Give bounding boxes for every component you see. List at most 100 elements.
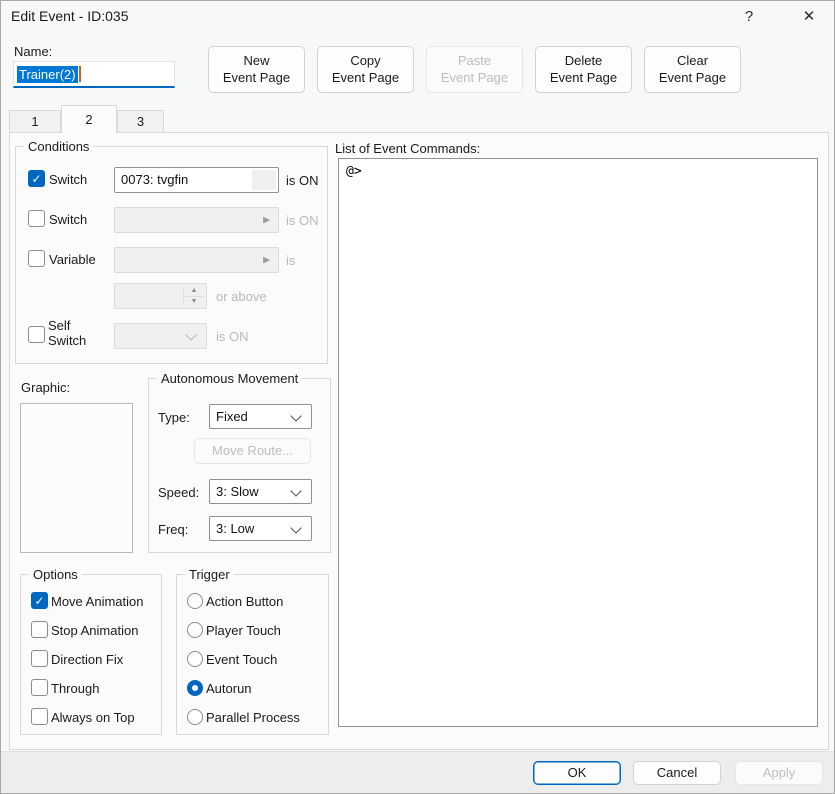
autonomous-movement-title: Autonomous Movement: [157, 371, 302, 386]
movement-type-value: Fixed: [216, 409, 248, 424]
button-label: Event Page: [332, 70, 399, 86]
new-event-page-button[interactable]: New Event Page: [208, 46, 305, 93]
freq-label: Freq:: [158, 522, 188, 537]
option-direction-fix-checkbox[interactable]: [31, 650, 48, 667]
copy-event-page-button[interactable]: Copy Event Page: [317, 46, 414, 93]
graphic-picker[interactable]: [20, 403, 133, 553]
picker-arrow-icon: ▶: [263, 255, 270, 266]
trigger-action-button-radio[interactable]: [187, 593, 203, 609]
spinner-buttons: ▲ ▼: [183, 286, 204, 306]
trigger-event-touch-radio[interactable]: [187, 651, 203, 667]
text-caret: [79, 66, 81, 82]
dialog-title: Edit Event - ID:035: [11, 8, 129, 24]
tab-label: 2: [85, 112, 92, 127]
button-label: Delete: [565, 53, 603, 69]
tab-label: 1: [31, 114, 38, 129]
name-input[interactable]: Trainer(2): [13, 61, 175, 88]
button-label: Event Page: [550, 70, 617, 86]
picker-arrow-icon: ▶: [263, 215, 270, 226]
variable-label: Variable: [49, 252, 96, 267]
button-label: Apply: [763, 765, 796, 781]
movement-type-select[interactable]: Fixed: [209, 404, 312, 429]
button-label: Event Page: [441, 70, 508, 86]
self-switch-checkbox[interactable]: [28, 326, 45, 343]
edit-event-dialog: Edit Event - ID:035 ? ✕ Name: Trainer(2)…: [0, 0, 835, 794]
command-list-label: List of Event Commands:: [335, 141, 480, 156]
switch1-label: Switch: [49, 172, 87, 187]
type-label: Type:: [158, 410, 190, 425]
tab-page-2[interactable]: 2: [61, 105, 117, 133]
apply-button: Apply: [735, 761, 823, 785]
button-label: Cancel: [657, 765, 697, 781]
button-label: Event Page: [659, 70, 726, 86]
trigger-autorun-label: Autorun: [206, 681, 252, 696]
switch1-suffix: is ON: [286, 173, 319, 188]
trigger-parallel-process-radio[interactable]: [187, 709, 203, 725]
trigger-event-touch-label: Event Touch: [206, 652, 277, 667]
self-switch-label: Self Switch: [48, 319, 92, 349]
variable-suffix: is: [286, 253, 295, 268]
speed-label: Speed:: [158, 485, 199, 500]
button-label: OK: [568, 765, 587, 781]
movement-speed-value: 3: Slow: [216, 484, 259, 499]
switch1-checkbox[interactable]: [28, 170, 45, 187]
trigger-action-button-label: Action Button: [206, 594, 283, 609]
cancel-button[interactable]: Cancel: [633, 761, 721, 785]
help-icon[interactable]: ?: [729, 1, 769, 31]
movement-speed-select[interactable]: 3: Slow: [209, 479, 312, 504]
variable-spinner-suffix: or above: [216, 289, 267, 304]
ok-button[interactable]: OK: [533, 761, 621, 785]
option-direction-fix-label: Direction Fix: [51, 652, 123, 667]
movement-freq-value: 3: Low: [216, 521, 254, 536]
trigger-autorun-radio[interactable]: [187, 680, 203, 696]
event-command-list[interactable]: @>: [338, 158, 818, 727]
options-group-title: Options: [29, 567, 82, 582]
graphic-label: Graphic:: [21, 380, 70, 395]
switch1-value: 0073: tvgfin: [121, 172, 188, 187]
self-switch-select: [114, 323, 207, 349]
close-icon[interactable]: ✕: [789, 1, 829, 31]
tab-page-3[interactable]: 3: [117, 110, 164, 133]
switch2-checkbox[interactable]: [28, 210, 45, 227]
option-through-label: Through: [51, 681, 99, 696]
switch1-picker-button[interactable]: [252, 170, 276, 190]
move-route-button: Move Route...: [194, 438, 311, 464]
trigger-parallel-process-label: Parallel Process: [206, 710, 300, 725]
variable-checkbox[interactable]: [28, 250, 45, 267]
button-label: Clear: [677, 53, 708, 69]
command-line[interactable]: @>: [346, 164, 810, 179]
button-label: New: [243, 53, 269, 69]
option-always-on-top-label: Always on Top: [51, 710, 135, 725]
variable-amount-spinner: ▲ ▼: [114, 283, 207, 309]
variable-value-field: ▶: [114, 247, 279, 273]
trigger-player-touch-label: Player Touch: [206, 623, 281, 638]
movement-freq-select[interactable]: 3: Low: [209, 516, 312, 541]
button-label: Move Route...: [212, 443, 293, 459]
button-label: Copy: [350, 53, 380, 69]
delete-event-page-button[interactable]: Delete Event Page: [535, 46, 632, 93]
clear-event-page-button[interactable]: Clear Event Page: [644, 46, 741, 93]
button-label: Paste: [458, 53, 491, 69]
switch2-value-field: ▶: [114, 207, 279, 233]
spinner-up-icon: ▲: [184, 286, 204, 297]
option-move-animation-label: Move Animation: [51, 594, 144, 609]
switch2-suffix: is ON: [286, 213, 319, 228]
name-selected-text: Trainer(2): [17, 66, 78, 83]
paste-event-page-button: Paste Event Page: [426, 46, 523, 93]
tab-label: 3: [137, 114, 144, 129]
switch1-value-field[interactable]: 0073: tvgfin: [114, 167, 279, 193]
option-stop-animation-checkbox[interactable]: [31, 621, 48, 638]
tab-page-1[interactable]: 1: [9, 110, 61, 133]
name-label: Name:: [14, 44, 52, 59]
option-always-on-top-checkbox[interactable]: [31, 708, 48, 725]
conditions-group-title: Conditions: [24, 139, 93, 154]
option-move-animation-checkbox[interactable]: [31, 592, 48, 609]
trigger-group-title: Trigger: [185, 567, 234, 582]
option-stop-animation-label: Stop Animation: [51, 623, 138, 638]
option-through-checkbox[interactable]: [31, 679, 48, 696]
button-label: Event Page: [223, 70, 290, 86]
switch2-label: Switch: [49, 212, 87, 227]
spinner-down-icon: ▼: [184, 297, 204, 307]
trigger-player-touch-radio[interactable]: [187, 622, 203, 638]
self-switch-suffix: is ON: [216, 329, 249, 344]
